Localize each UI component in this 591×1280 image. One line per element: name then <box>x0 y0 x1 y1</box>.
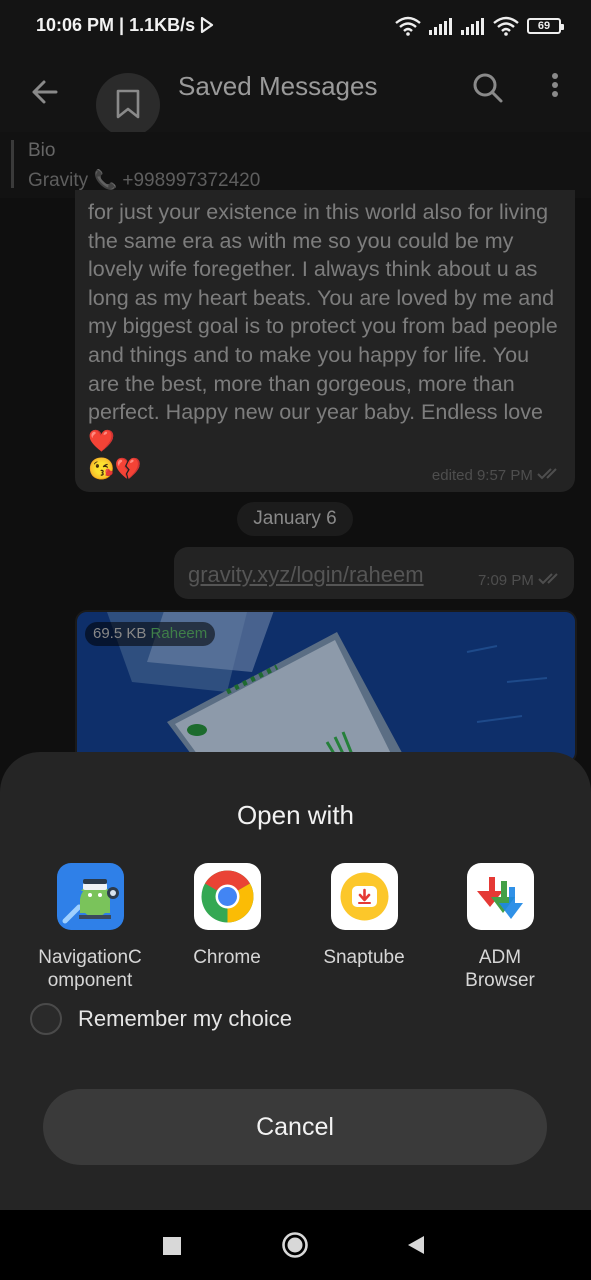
status-time: 10:06 PM | 1.1KB/s <box>36 15 196 35</box>
remember-choice-label: Remember my choice <box>78 1006 292 1031</box>
search-icon[interactable] <box>470 70 506 106</box>
open-with-sheet: Open with NavigationC omponent Chrome Sn… <box>0 752 591 1210</box>
recents-square-icon[interactable] <box>162 1236 182 1256</box>
double-check-icon <box>537 468 557 480</box>
status-bar: 10:06 PM | 1.1KB/s 69 <box>0 0 591 52</box>
app-option-snaptube[interactable]: Snaptube <box>289 863 439 969</box>
navigation-bar <box>0 1210 591 1280</box>
status-icons: 69 <box>395 14 564 38</box>
chrome-icon <box>193 863 261 930</box>
android-navigation-icon <box>56 863 124 930</box>
adm-browser-icon <box>466 863 534 930</box>
app-option-adm-browser[interactable]: ADM Browser <box>425 863 575 992</box>
link-message-bubble[interactable]: gravity.xyz/login/raheem 7:09 PM <box>174 547 574 599</box>
image-size: 69.5 KB <box>93 625 147 642</box>
app-label-chrome: Chrome <box>193 947 261 968</box>
message-body: for just your existence in this world al… <box>88 200 558 453</box>
message-emojis: 😘💔 <box>88 457 142 482</box>
cancel-button[interactable]: Cancel <box>43 1089 547 1165</box>
back-arrow-icon[interactable] <box>26 72 66 112</box>
signal-icon-2 <box>461 18 484 35</box>
image-info-chip: 69.5 KB Raheem <box>85 622 216 646</box>
saved-messages-avatar[interactable] <box>96 73 160 137</box>
link-message-meta: 7:09 PM <box>478 572 564 589</box>
pinned-message[interactable]: Bio Gravity 📞 +998997372420 <box>0 132 591 198</box>
home-circle-icon[interactable] <box>281 1231 309 1259</box>
pinned-title: Bio <box>28 140 56 161</box>
back-triangle-icon[interactable] <box>405 1234 427 1256</box>
app-option-navigation-component[interactable]: NavigationC omponent <box>15 863 165 992</box>
app-label-snaptube: Snaptube <box>323 947 405 968</box>
image-message[interactable]: 69.5 KB Raheem <box>75 610 577 764</box>
link-message-time: 7:09 PM <box>477 572 534 589</box>
image-sender: Raheem <box>150 625 208 642</box>
double-check-icon <box>538 573 558 585</box>
app-label-navigation-component: NavigationC omponent <box>38 947 142 991</box>
signal-icon <box>429 18 452 35</box>
wifi-hotspot-icon <box>493 16 519 36</box>
pinned-bar <box>11 140 14 188</box>
message-bubble[interactable]: for just your existence in this world al… <box>75 190 575 492</box>
message-link[interactable]: gravity.xyz/login/raheem <box>188 562 424 588</box>
app-label-adm-browser: ADM Browser <box>465 947 535 991</box>
snaptube-icon <box>330 863 398 930</box>
chat-toolbar: Saved Messages <box>0 52 591 137</box>
remember-choice-radio[interactable] <box>30 1003 62 1035</box>
message-text: for just your existence in this world al… <box>88 198 563 484</box>
battery-icon: 69 <box>527 18 564 34</box>
message-edited-time: edited 9:57 PM <box>431 467 533 484</box>
play-store-notification-icon <box>200 17 214 33</box>
date-separator: January 6 <box>237 502 353 536</box>
sheet-title: Open with <box>236 800 355 830</box>
more-options-icon[interactable] <box>545 70 565 106</box>
chat-title[interactable]: Saved Messages <box>178 71 377 102</box>
message-meta: edited 9:57 PM <box>432 467 563 484</box>
wifi-icon <box>395 16 421 36</box>
bookmark-icon <box>116 89 140 119</box>
app-option-chrome[interactable]: Chrome <box>152 863 302 969</box>
remember-choice-row[interactable]: Remember my choice <box>30 1002 292 1036</box>
pinned-text: Gravity 📞 +998997372420 <box>28 170 261 191</box>
